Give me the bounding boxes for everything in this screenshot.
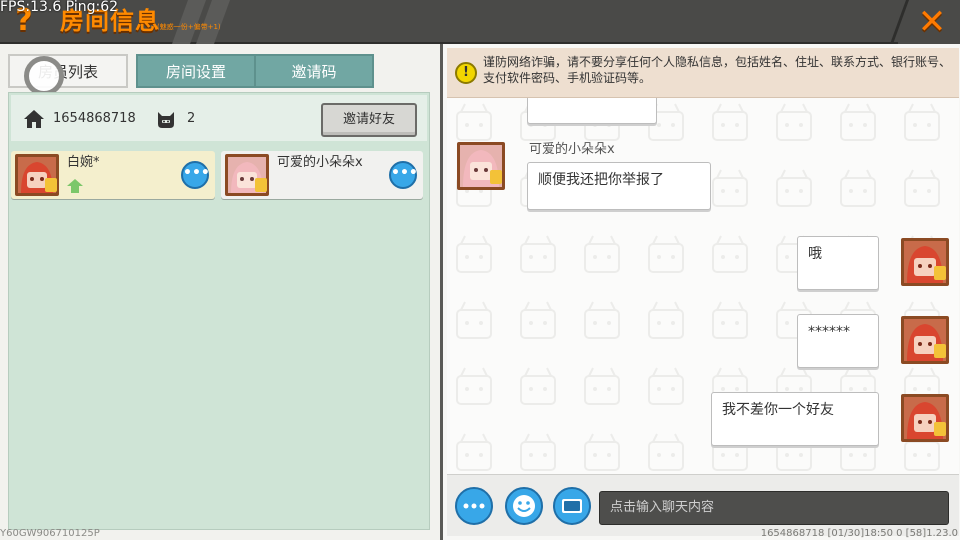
- member-count-icon: [158, 112, 174, 128]
- touch-cursor: [24, 56, 64, 96]
- avatar: [15, 154, 59, 196]
- close-button[interactable]: ✕: [889, 0, 960, 44]
- host-icon: [67, 179, 83, 193]
- member-card[interactable]: 白婉* •••: [11, 151, 215, 199]
- warning-text: 谨防网络诈骗，请不要分享任何个人隐私信息，包括姓名、住址、联系方式、银行账号、支…: [483, 55, 952, 85]
- close-icon[interactable]: ✕: [912, 2, 952, 42]
- chat-bubble: ******: [797, 314, 879, 368]
- chat-input[interactable]: 点击输入聊天内容: [599, 491, 949, 525]
- avatar[interactable]: [901, 316, 949, 364]
- avatar[interactable]: [457, 142, 505, 190]
- avatar: [225, 154, 269, 196]
- chat-bubble: 我不差你一个好友: [711, 392, 879, 446]
- fraud-warning: ! 谨防网络诈骗，请不要分享任何个人隐私信息，包括姓名、住址、联系方式、银行账号…: [447, 48, 959, 98]
- tab-invite-code[interactable]: 邀请码: [254, 54, 374, 88]
- member-count: 2: [187, 111, 196, 126]
- emoji-button[interactable]: [505, 487, 543, 525]
- chat-bubble: 顺便我还把你举报了: [527, 162, 711, 210]
- room-info-row: 1654868718 2 邀请好友: [11, 95, 427, 141]
- warning-icon: !: [455, 62, 477, 84]
- members-panel: 房员列表 房间设置 邀请码 1654868718 2 邀请好友 白婉* ••• …: [0, 44, 440, 540]
- version-text: Y60GW906710125P: [0, 528, 100, 539]
- member-name: 白婉*: [67, 155, 100, 170]
- room-id: 1654868718: [53, 111, 136, 126]
- smiley-icon: [513, 495, 535, 517]
- ellipsis-icon: [463, 503, 485, 509]
- status-line: 1654868718 [01/30]18:50 0 [58]1.23.0: [760, 528, 958, 539]
- chat-bubble-partial: [527, 98, 657, 124]
- background-pattern: [447, 98, 959, 474]
- keyboard-icon: [562, 499, 582, 513]
- message-sender: 可爱的小朵朵x: [529, 142, 615, 157]
- more-options-button[interactable]: •••: [181, 161, 210, 189]
- member-name: 可爱的小朵朵x: [277, 155, 363, 170]
- fps-readout: FPS:13.6 Ping:62: [0, 0, 119, 15]
- chat-bubble: 哦: [797, 236, 879, 290]
- top-bar: ? 房间信息 (魅惑一份+偏带+1) FPS:13.6 Ping:62 ✕: [0, 0, 960, 44]
- more-options-button[interactable]: •••: [389, 161, 418, 189]
- page-subtitle: (魅惑一份+偏带+1): [157, 23, 221, 31]
- tab-room-settings[interactable]: 房间设置: [136, 54, 256, 88]
- close-separator: [889, 0, 910, 44]
- avatar[interactable]: [901, 394, 949, 442]
- chat-panel: ! 谨防网络诈骗，请不要分享任何个人隐私信息，包括姓名、住址、联系方式、银行账号…: [440, 44, 960, 540]
- member-card[interactable]: 可爱的小朵朵x •••: [221, 151, 423, 199]
- more-actions-button[interactable]: [455, 487, 493, 525]
- chat-messages[interactable]: 可爱的小朵朵x 顺便我还把你举报了 哦 ****** 我不差你一个好友: [447, 98, 959, 474]
- invite-friend-button[interactable]: 邀请好友: [321, 103, 417, 137]
- keyboard-button[interactable]: [553, 487, 591, 525]
- member-list: 1654868718 2 邀请好友 白婉* ••• 可爱的小朵朵x •••: [8, 92, 430, 530]
- home-icon: [24, 110, 44, 128]
- avatar[interactable]: [901, 238, 949, 286]
- chat-input-bar: 点击输入聊天内容: [447, 474, 959, 536]
